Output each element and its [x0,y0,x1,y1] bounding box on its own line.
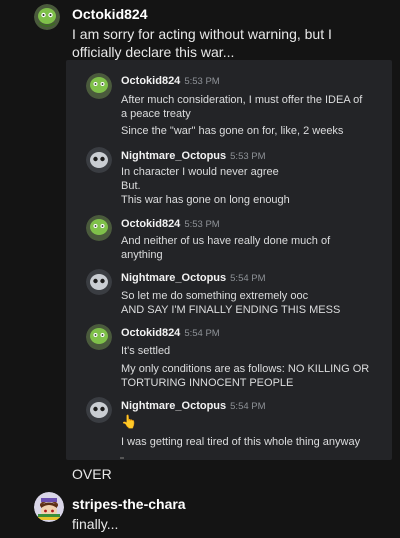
op-text-line-1: I am sorry for acting without warning, b… [72,26,332,42]
message-line: After much consideration, I must offer t… [121,94,363,106]
message-line: In character I would never agree [121,166,279,178]
message-timestamp: 5:53 PM [184,76,220,87]
message-avatar-octokid [86,324,112,350]
message-line: I was getting real tired of this whole t… [121,436,361,448]
octokid-avatar[interactable] [34,4,60,30]
message-author: Octokid824 5:53 PM [121,218,220,230]
over-text: OVER [72,466,112,482]
message-line: And neither of us have really done much … [121,235,331,247]
message-avatar-nightmare [86,269,112,295]
message-avatar-octokid [86,215,112,241]
op-username[interactable]: Octokid824 [72,6,147,22]
op-text-line-2: officially declare this war... [72,44,235,60]
screenshot-cutoff-divider [120,457,124,459]
stripes-avatar[interactable] [34,492,64,522]
message-line: a peace treaty [121,108,191,120]
message-line: This war has gone on long enough [121,194,290,206]
reply-username[interactable]: stripes-the-chara [72,496,186,512]
message-timestamp: 5:53 PM [230,151,266,162]
message-author: Nightmare_Octopus 5:53 PM [121,150,266,162]
message-line: AND SAY I'M FINALLY ENDING THIS MESS [121,304,341,316]
message-line: TORTURING INNOCENT PEOPLE [121,377,294,389]
message-author: Nightmare_Octopus 5:54 PM [121,272,266,284]
message-avatar-nightmare [86,397,112,423]
message-timestamp: 5:54 PM [230,401,266,412]
message-line: It's settled [121,345,171,357]
message-line: But. [121,180,141,192]
reply-text: finally... [72,516,119,532]
message-timestamp: 5:53 PM [184,219,220,230]
message-timestamp: 5:54 PM [184,328,220,339]
message-line: Since the "war" has gone on for, like, 2… [121,125,344,137]
pointing-up-emoji-icon: 👆 [121,414,138,429]
message-timestamp: 5:54 PM [230,273,266,284]
message-avatar-octokid [86,73,112,99]
message-line: My only conditions are as follows: NO KI… [121,363,370,375]
message-author: Nightmare_Octopus 5:54 PM [121,400,266,412]
message-line: So let me do something extremely ooc [121,290,309,302]
message-author: Octokid824 5:54 PM [121,327,220,339]
message-author: Octokid824 5:53 PM [121,75,220,87]
message-avatar-nightmare [86,147,112,173]
message-line: anything [121,249,163,261]
